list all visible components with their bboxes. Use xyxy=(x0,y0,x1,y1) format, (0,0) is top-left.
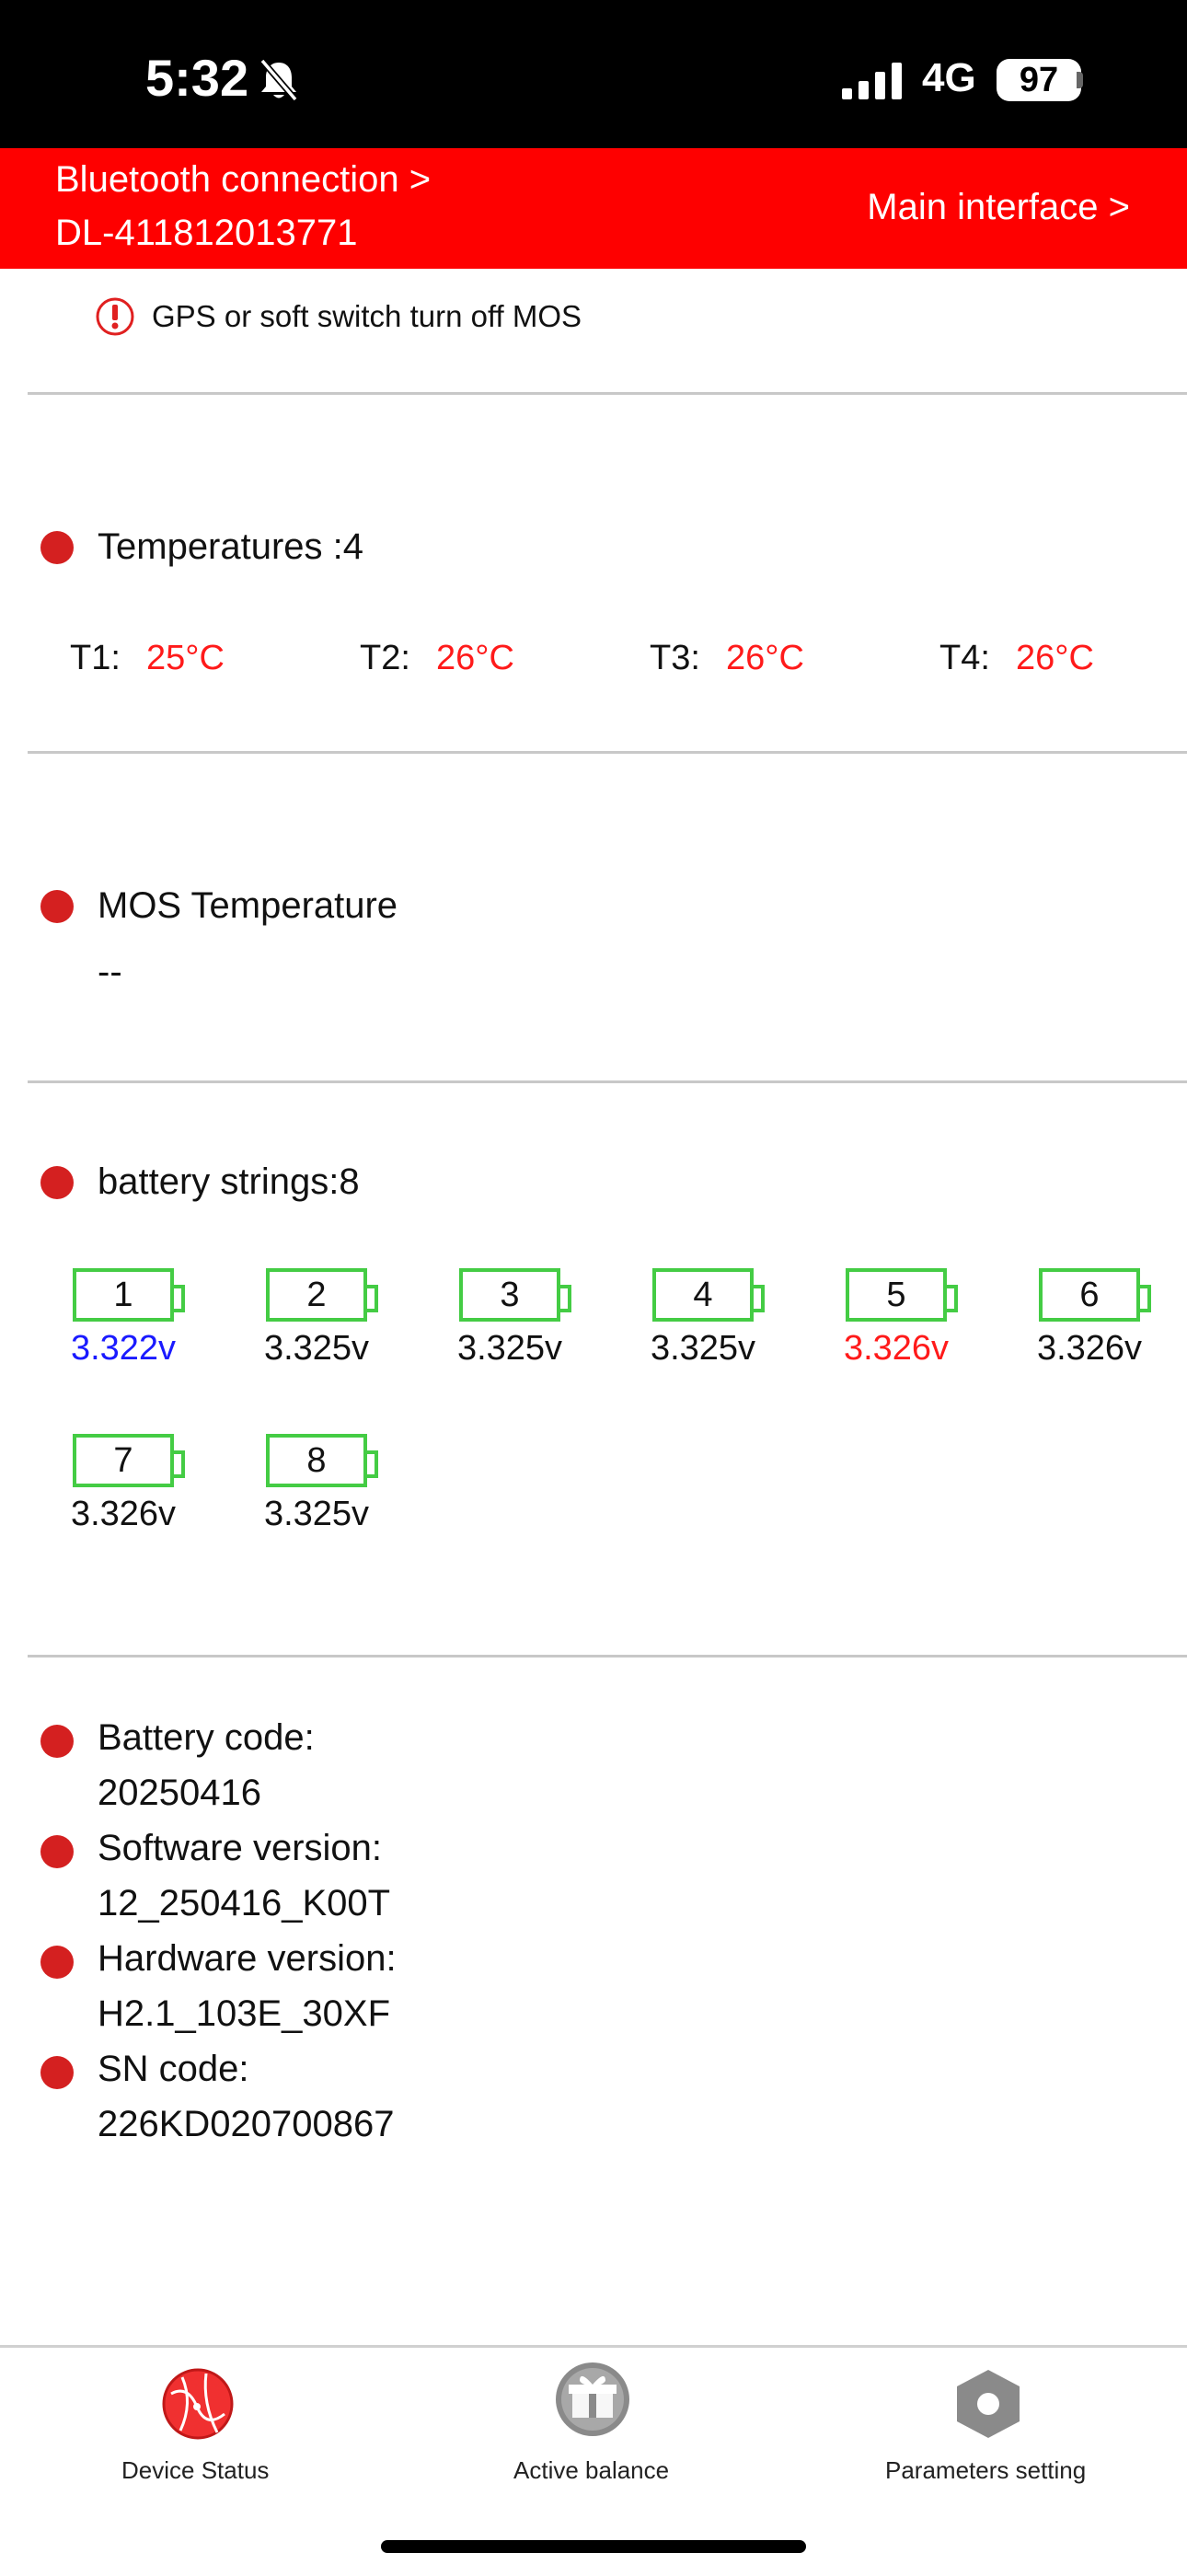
active-balance-icon xyxy=(556,2362,629,2436)
temp-label-t2: T2: xyxy=(360,639,410,677)
mos-warning: GPS or soft switch turn off MOS xyxy=(95,295,582,339)
mos-temperature-title: MOS Temperature xyxy=(98,885,398,926)
main-interface-link[interactable]: Main interface > xyxy=(867,187,1130,228)
cell-number: 2 xyxy=(266,1268,378,1322)
temp-label-t3: T3: xyxy=(650,639,700,677)
battery-cell: 3 3.325v xyxy=(451,1268,571,1369)
mos-temperature-value: -- xyxy=(98,952,122,992)
cell-number: 6 xyxy=(1039,1268,1151,1322)
battery-cell: 5 3.326v xyxy=(837,1268,958,1369)
battery-cell: 2 3.325v xyxy=(258,1268,378,1369)
cell-number: 4 xyxy=(652,1268,765,1322)
settings-hexagon-icon xyxy=(957,2370,1020,2438)
battery-tip xyxy=(1077,72,1083,88)
warning-icon xyxy=(96,297,134,336)
sn-code-label: SN code: xyxy=(98,2049,249,2089)
tab-active-balance-label: Active balance xyxy=(513,2456,670,2484)
bullet-dot xyxy=(40,1166,74,1199)
cell-voltage: 3.326v xyxy=(70,1495,177,1533)
battery-cell: 1 3.322v xyxy=(64,1268,185,1369)
hardware-version-label: Hardware version: xyxy=(98,1938,397,1979)
home-indicator xyxy=(381,2540,806,2553)
tab-device-status-label: Device Status xyxy=(121,2456,270,2484)
battery-cell: 4 3.325v xyxy=(644,1268,765,1369)
cell-number: 5 xyxy=(846,1268,958,1322)
temp-value-t3: 26°C xyxy=(726,639,804,677)
network-type: 4G xyxy=(922,55,976,100)
battery-icon: 97 xyxy=(997,59,1081,101)
temp-value-t2: 26°C xyxy=(436,639,514,677)
divider xyxy=(28,1655,1187,1658)
cell-voltage: 3.325v xyxy=(263,1495,370,1533)
warning-text: GPS or soft switch turn off MOS xyxy=(152,299,582,333)
device-id[interactable]: DL-411812013771 xyxy=(55,213,357,254)
temp-value-t1: 25°C xyxy=(146,639,225,677)
bullet-dot xyxy=(40,890,74,923)
status-bar: 5:32 4G 97 xyxy=(0,0,1187,148)
sn-code-value: 226KD020700867 xyxy=(98,2104,395,2144)
cell-voltage: 3.326v xyxy=(843,1329,950,1368)
cell-voltage: 3.325v xyxy=(456,1329,563,1368)
cell-voltage: 3.326v xyxy=(1036,1329,1143,1368)
battery-cell: 8 3.325v xyxy=(258,1434,378,1534)
battery-cell: 7 3.326v xyxy=(64,1434,185,1534)
tab-parameters-setting-label: Parameters setting xyxy=(885,2456,1087,2484)
cell-voltage: 3.322v xyxy=(70,1329,177,1368)
bullet-dot xyxy=(40,1725,74,1758)
battery-code-value: 20250416 xyxy=(98,1773,261,1813)
temp-value-t4: 26°C xyxy=(1016,639,1094,677)
app-header: Bluetooth connection > DL-411812013771 M… xyxy=(0,148,1187,269)
cell-number: 1 xyxy=(73,1268,185,1322)
divider xyxy=(28,751,1187,754)
software-version-label: Software version: xyxy=(98,1828,383,1868)
divider xyxy=(28,392,1187,395)
software-version-value: 12_250416_K00T xyxy=(98,1883,391,1923)
bullet-dot xyxy=(40,1946,74,1979)
cell-number: 7 xyxy=(73,1434,185,1487)
cell-number: 8 xyxy=(266,1434,378,1487)
battery-level: 97 xyxy=(1019,61,1059,99)
bullet-dot xyxy=(40,1835,74,1868)
divider xyxy=(28,1080,1187,1083)
device-status-icon xyxy=(162,2368,234,2440)
cell-voltage: 3.325v xyxy=(263,1329,370,1368)
temperatures-title: Temperatures :4 xyxy=(98,526,364,567)
silent-bell-icon xyxy=(259,58,298,102)
bullet-dot xyxy=(40,2056,74,2089)
bluetooth-connection-link[interactable]: Bluetooth connection > xyxy=(55,159,431,201)
hardware-version-value: H2.1_103E_30XF xyxy=(98,1993,391,2034)
bullet-dot xyxy=(40,531,74,564)
temp-label-t1: T1: xyxy=(70,639,121,677)
cell-number: 3 xyxy=(459,1268,571,1322)
battery-code-label: Battery code: xyxy=(98,1717,315,1758)
cellular-signal-icon xyxy=(842,63,902,99)
cell-voltage: 3.325v xyxy=(650,1329,756,1368)
temp-label-t4: T4: xyxy=(939,639,990,677)
battery-cell: 6 3.326v xyxy=(1031,1268,1151,1369)
status-time: 5:32 xyxy=(145,49,249,107)
battery-strings-title: battery strings:8 xyxy=(98,1161,360,1202)
